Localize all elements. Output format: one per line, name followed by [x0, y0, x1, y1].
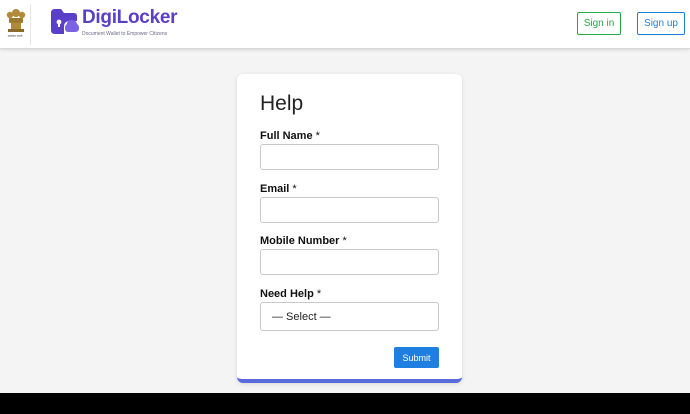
email-label: Email * — [260, 183, 297, 195]
sign-up-button[interactable]: Sign up — [637, 12, 685, 35]
header-divider — [30, 4, 31, 45]
page-title: Help — [260, 92, 304, 115]
need-help-selected-value: — Select — — [272, 310, 331, 323]
emblem-caption: सत्यमेव जयते — [7, 34, 23, 38]
need-help-select[interactable]: — Select — — [260, 302, 439, 331]
help-form-card: Help Full Name * Email * Mobile Number *… — [237, 74, 462, 383]
email-input[interactable] — [260, 197, 439, 223]
full-name-input[interactable] — [260, 144, 439, 170]
digilocker-logo-icon[interactable] — [48, 7, 80, 37]
submit-button[interactable]: Submit — [394, 347, 439, 368]
top-header: सत्यमेव जयते DigiLocker Document Wallet … — [0, 0, 690, 49]
full-name-label: Full Name * — [260, 130, 320, 142]
page-footer — [0, 393, 690, 414]
need-help-label: Need Help * — [260, 288, 322, 300]
logo-tagline: Document Wallet to Empower Citizens — [82, 31, 168, 37]
logo-title[interactable]: DigiLocker — [82, 7, 178, 29]
mobile-number-input[interactable] — [260, 249, 439, 275]
mobile-number-label: Mobile Number * — [260, 235, 347, 247]
sign-in-button[interactable]: Sign in — [577, 12, 621, 35]
